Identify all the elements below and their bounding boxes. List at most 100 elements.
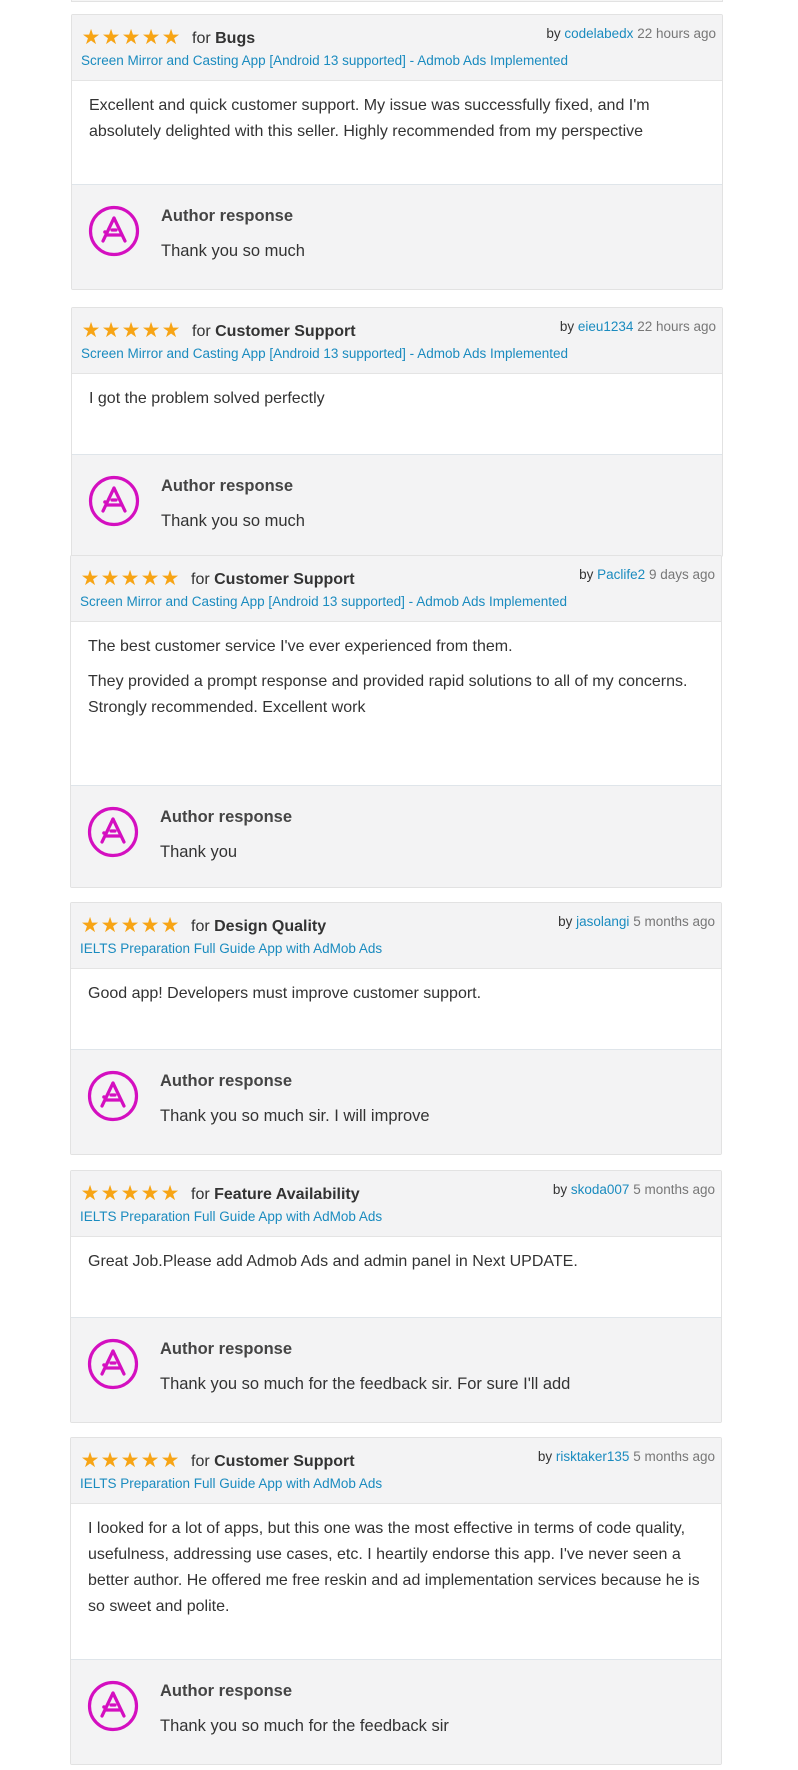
author-response: Author response Thank you so much for the… <box>71 1659 721 1764</box>
star-rating: ★★★★★ <box>80 915 180 937</box>
by-label: by <box>559 319 575 334</box>
star-icon: ★ <box>100 567 120 590</box>
review-category: for Feature Availability <box>191 1185 360 1205</box>
reviewer-link[interactable]: codelabedx <box>564 26 633 41</box>
category-prefix: for <box>192 30 211 47</box>
star-icon: ★ <box>140 567 160 590</box>
category-label: Design Quality <box>214 918 327 935</box>
author-response-text: Thank you so much for the feedback sir. … <box>160 1375 571 1393</box>
author-response-text: Thank you so much <box>161 512 305 530</box>
star-icon: ★ <box>121 319 141 342</box>
author-response-title: Author response <box>160 808 293 826</box>
product-link[interactable]: IELTS Preparation Full Guide App with Ad… <box>80 941 382 957</box>
review-byline: by codelabedx 22 hours ago <box>546 26 716 42</box>
author-response-title: Author response <box>160 1072 293 1090</box>
reviewer-link[interactable]: eieu1234 <box>578 319 634 334</box>
product-link[interactable]: Screen Mirror and Casting App [Android 1… <box>81 346 568 362</box>
star-icon: ★ <box>80 1182 100 1205</box>
author-response-text: Thank you so much sir. I will improve <box>160 1107 430 1125</box>
star-icon: ★ <box>120 1182 140 1205</box>
by-label: by <box>546 26 561 41</box>
category-prefix: for <box>191 1453 210 1470</box>
by-label: by <box>552 1182 568 1197</box>
star-icon: ★ <box>120 567 140 590</box>
review-card: ★★★★★ for Customer Support by eieu1234 22 … <box>71 307 723 557</box>
review-header: ★★★★★ for Customer Support by risktaker135… <box>71 1438 721 1504</box>
app-store-icon <box>87 1680 139 1732</box>
star-icon: ★ <box>120 914 140 937</box>
star-icon: ★ <box>80 914 100 937</box>
review-text: Excellent and quick customer support. My… <box>89 97 650 140</box>
star-icon: ★ <box>81 319 101 342</box>
star-rating: ★★★★★ <box>81 320 181 342</box>
category-prefix: for <box>191 918 210 935</box>
category-label: Feature Availability <box>214 1186 360 1203</box>
category-prefix: for <box>192 323 211 340</box>
star-rating: ★★★★★ <box>80 1450 180 1472</box>
review-body: I looked for a lot of apps, but this one… <box>71 1504 721 1659</box>
reviewer-link[interactable]: Paclife2 <box>597 567 645 582</box>
review-text: The best customer service I've ever expe… <box>88 638 513 655</box>
author-response: Author response Thank you so much <box>72 184 722 289</box>
review-body: Good app! Developers must improve custom… <box>71 969 721 1049</box>
review-header: ★★★★★ for Customer Support by eieu1234 22 … <box>72 308 722 374</box>
product-link[interactable]: Screen Mirror and Casting App [Android 1… <box>80 594 567 610</box>
review-byline: by Paclife2 9 days ago <box>579 567 715 583</box>
review-header: ★★★★★ for Customer Support by Paclife2 9 d… <box>71 556 721 622</box>
star-icon: ★ <box>140 1182 160 1205</box>
star-icon: ★ <box>80 1449 100 1472</box>
author-response-text: Thank you so much <box>161 242 305 260</box>
previous-card-edge <box>71 0 723 2</box>
review-byline: by risktaker135 5 months ago <box>538 1449 715 1465</box>
review-byline: by eieu1234 22 hours ago <box>560 319 716 335</box>
review-category: for Customer Support <box>191 570 355 590</box>
category-label: Customer Support <box>215 323 356 340</box>
product-link[interactable]: IELTS Preparation Full Guide App with Ad… <box>80 1209 382 1225</box>
product-link[interactable]: IELTS Preparation Full Guide App with Ad… <box>80 1476 382 1492</box>
author-response: Author response Thank you so much sir. I … <box>71 1049 721 1154</box>
star-icon: ★ <box>100 1182 120 1205</box>
reviewer-link[interactable]: risktaker135 <box>556 1449 630 1464</box>
app-store-icon <box>87 1070 139 1122</box>
reviewer-link[interactable]: skoda007 <box>571 1182 630 1197</box>
review-card: ★★★★★ for Feature Availability by skoda007… <box>70 1170 722 1423</box>
review-time: 5 months ago <box>633 914 715 929</box>
app-store-icon <box>88 475 140 527</box>
review-body: The best customer service I've ever expe… <box>71 622 721 785</box>
review-card: ★★★★★ for Bugs by codelabedx 22 hours ago S… <box>71 14 723 290</box>
star-rating: ★★★★★ <box>80 568 180 590</box>
review-byline: by skoda007 5 months ago <box>553 1182 715 1198</box>
author-response: Author response Thank you so much <box>72 454 722 556</box>
star-icon: ★ <box>160 1449 180 1472</box>
review-text: I got the problem solved perfectly <box>89 390 325 407</box>
by-label: by <box>537 1449 553 1464</box>
star-icon: ★ <box>140 914 160 937</box>
product-link[interactable]: Screen Mirror and Casting App [Android 1… <box>81 53 568 69</box>
review-header: ★★★★★ for Feature Availability by skoda007… <box>71 1171 721 1237</box>
star-icon: ★ <box>101 26 121 49</box>
review-category: for Bugs <box>192 29 255 49</box>
author-response: Author response Thank you so much for the… <box>71 1317 721 1422</box>
star-icon: ★ <box>120 1449 140 1472</box>
author-response: Author response Thank you <box>71 785 721 887</box>
author-response-title: Author response <box>161 207 294 225</box>
review-card: ★★★★★ for Design Quality by jasolangi 5 mo… <box>70 902 722 1155</box>
star-icon: ★ <box>101 319 121 342</box>
review-card: ★★★★★ for Customer Support by risktaker135… <box>70 1437 722 1765</box>
review-time: 22 hours ago <box>637 26 716 41</box>
reviewer-link[interactable]: jasolangi <box>576 914 629 929</box>
review-body: I got the problem solved perfectly <box>72 374 722 454</box>
app-store-icon <box>88 205 140 257</box>
app-store-icon <box>87 1338 139 1390</box>
review-category: for Customer Support <box>192 322 356 342</box>
review-body: Great Job.Please add Admob Ads and admin… <box>71 1237 721 1317</box>
review-header: ★★★★★ for Design Quality by jasolangi 5 mo… <box>71 903 721 969</box>
review-category: for Customer Support <box>191 1452 355 1472</box>
review-byline: by jasolangi 5 months ago <box>558 914 715 930</box>
category-label: Customer Support <box>214 571 355 588</box>
app-store-icon <box>87 806 139 858</box>
by-label: by <box>558 914 573 929</box>
star-icon: ★ <box>141 319 161 342</box>
by-label: by <box>579 567 594 582</box>
star-icon: ★ <box>161 26 181 49</box>
